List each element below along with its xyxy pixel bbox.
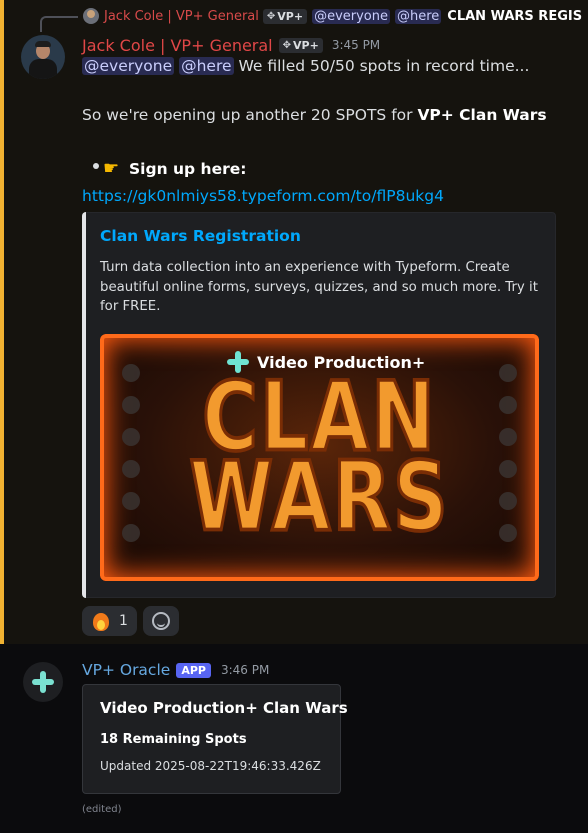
oracle-timestamp[interactable]: 3:46 PM (221, 663, 269, 677)
oracle-embed-title: Video Production+ Clan Wars (100, 699, 348, 717)
reply-tag-label: VP+ (277, 9, 304, 23)
reactions-bar: 1 (82, 606, 179, 636)
reply-author[interactable]: Jack Cole | VP+ General (104, 9, 259, 24)
avatar[interactable] (21, 35, 65, 79)
message-line-1: @everyone @here We filled 50/50 spots in… (82, 57, 529, 75)
author-name[interactable]: Jack Cole | VP+ General (82, 36, 273, 55)
message-header: Jack Cole | VP+ General ✥ VP+ 3:45 PM (82, 34, 380, 56)
reaction-count: 1 (119, 613, 128, 629)
oracle-author-name[interactable]: VP+ Oracle (82, 661, 170, 679)
server-tag-label: VP+ (293, 38, 319, 52)
bullet-dot (93, 163, 99, 169)
reply-server-tag: ✥ VP+ (262, 8, 308, 24)
server-tag-icon: ✥ (282, 39, 292, 51)
embed-title[interactable]: Clan Wars Registration (100, 227, 301, 245)
embed-image[interactable]: Video Production+ CLAN WARS (100, 334, 539, 581)
app-badge: APP (176, 662, 211, 678)
reply-mention-here: @here (395, 8, 442, 24)
reply-avatar[interactable] (83, 8, 99, 24)
pointing-hand-icon: ☛ (103, 158, 120, 179)
oracle-avatar[interactable] (23, 662, 63, 702)
mention-here[interactable]: @here (179, 57, 234, 75)
message-bold-text: VP+ Clan Wars (417, 106, 547, 124)
message-line-2: So we're opening up another 20 SPOTS for… (82, 106, 547, 124)
message-text-2: So we're opening up another 20 SPOTS for (82, 106, 418, 124)
embed-accent-bar (82, 212, 86, 598)
timestamp[interactable]: 3:45 PM (332, 38, 380, 52)
reply-mention-everyone: @everyone (312, 8, 390, 24)
edited-label: (edited) (82, 804, 122, 815)
banner-wars-text: WARS (188, 439, 450, 554)
server-tag-icon: ✥ (266, 10, 276, 22)
reply-snippet[interactable]: CLAN WARS REGIS (447, 9, 582, 24)
updated-timestamp: Updated 2025-08-22T19:46:33.426Z (100, 759, 321, 773)
reaction-fire[interactable]: 1 (82, 606, 137, 636)
mention-highlight-bar (0, 0, 4, 644)
add-reaction-icon (151, 612, 170, 630)
fire-icon (91, 610, 111, 632)
link-embed: Clan Wars Registration Turn data collect… (82, 212, 556, 598)
server-tag[interactable]: ✥ VP+ (278, 37, 323, 53)
message-text-1: We filled 50/50 spots in record time... (238, 57, 530, 75)
bullet-text: Sign up here: (129, 160, 247, 178)
message-header-oracle: VP+ Oracle APP 3:46 PM (82, 660, 269, 680)
mention-everyone[interactable]: @everyone (82, 57, 175, 75)
remaining-spots: 18 Remaining Spots (100, 732, 247, 747)
bullet-item: ☛ Sign up here: (103, 158, 246, 179)
reply-preview[interactable]: Jack Cole | VP+ General ✥ VP+ @everyone @… (83, 7, 582, 25)
oracle-embed: Video Production+ Clan Wars 18 Remaining… (82, 684, 348, 794)
add-reaction-button[interactable] (142, 606, 179, 636)
reply-connector (40, 16, 78, 32)
embed-description: Turn data collection into an experience … (100, 260, 538, 314)
typeform-link[interactable]: https://gk0nlmiys58.typeform.com/to/flP8… (82, 187, 444, 205)
